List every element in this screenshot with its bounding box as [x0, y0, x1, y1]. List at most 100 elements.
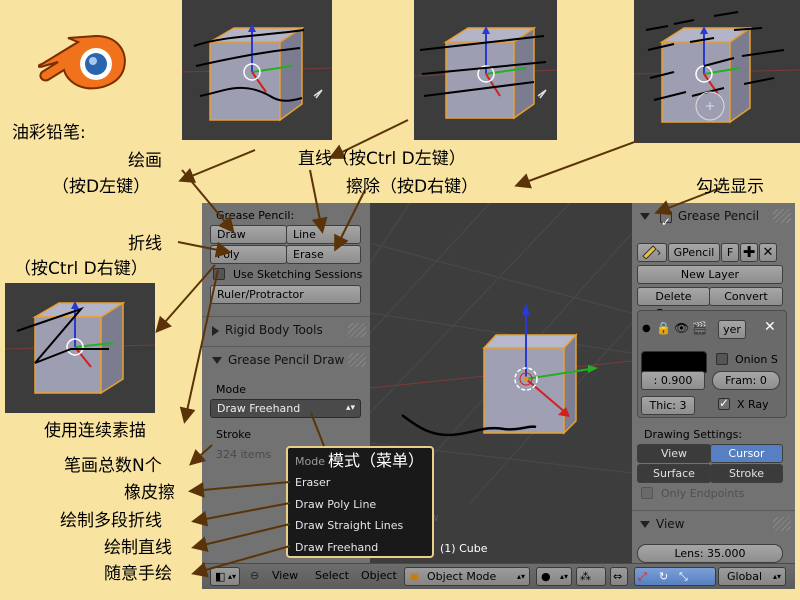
drawing-settings-label: Drawing Settings: [644, 428, 743, 441]
layer-name-field[interactable]: yer [718, 320, 746, 339]
sketch-sessions-label: Use Sketching Sessions [233, 268, 363, 281]
menu-item-draw-poly-line[interactable]: Draw Poly Line [295, 498, 376, 511]
thumb-poly [5, 283, 155, 413]
thumb-erase [634, 0, 800, 143]
pivot-selector[interactable]: ⁂ [576, 567, 606, 586]
blender-logo [37, 30, 130, 92]
grease-pencil-label: Grease Pencil: [216, 209, 295, 222]
mode-selector[interactable]: ▣ Object Mode ▴▾ [404, 567, 530, 586]
annotation-sketch: 使用连续素描 [44, 421, 146, 441]
fake-user-button[interactable]: F [721, 243, 739, 262]
cube-icon: ◧ [215, 570, 226, 583]
menu-object[interactable]: Object [361, 569, 397, 582]
stroke-label: Stroke [216, 428, 252, 441]
lens-field[interactable]: Lens: 35.000 [637, 544, 783, 563]
rigid-body-tools-header[interactable]: Rigid Body Tools [202, 316, 370, 343]
ruler-protractor-button[interactable]: Ruler/Protractor [210, 285, 361, 304]
grease-pencil-header[interactable]: Grease Pencil [632, 203, 795, 235]
annotation-poly-hint: （按Ctrl D右键） [14, 259, 148, 279]
thumb-draw [182, 0, 332, 140]
shading-selector[interactable]: ● ▴▾ [536, 567, 572, 586]
view-header-label: View [656, 517, 685, 531]
object-mode-icon: ▣ [409, 570, 420, 583]
placement-surface-button[interactable]: Surface [637, 464, 711, 483]
delete-frame-button[interactable]: Delete Frame [637, 287, 710, 320]
add-icon[interactable]: ✚ [740, 243, 758, 262]
line-button[interactable]: Line [286, 225, 361, 244]
updown-arrow-icon: ▴▾ [345, 403, 355, 413]
pivot-icon: ⁂ [580, 570, 591, 583]
convert-button[interactable]: Convert [709, 287, 783, 306]
expanded-arrow-icon [212, 357, 222, 364]
eye-icon[interactable]: 👁 [674, 321, 689, 335]
resize-icon: ⇔ [613, 570, 623, 583]
poly-button[interactable]: Poly [210, 245, 287, 264]
stroke-count: 324 items [216, 448, 272, 461]
transform-widgets[interactable]: ⤢ ↻ ⤡ [634, 567, 716, 586]
xray-checkbox[interactable] [718, 396, 730, 410]
viewport-header: ◧ ▴▾ ⊖ View Select Object ▣ Object Mode … [202, 563, 795, 589]
annotation-draw-straight: 绘制直线 [104, 538, 172, 558]
menu-view[interactable]: View [272, 569, 298, 582]
rigid-body-tools-label: Rigid Body Tools [225, 323, 323, 337]
onion-skin-checkbox[interactable] [716, 353, 728, 365]
drag-handle[interactable] [773, 517, 791, 531]
opacity-field[interactable]: : 0.900 [641, 371, 705, 390]
expanded-arrow-icon [640, 213, 650, 220]
mode-label: Mode [216, 383, 246, 396]
gpencil-name-field[interactable]: GPencil [668, 243, 720, 262]
annotation-draw-hint: （按D左键） [52, 177, 151, 197]
menu-item-draw-straight-lines[interactable]: Draw Straight Lines [295, 519, 403, 532]
xray-label: X Ray [737, 398, 769, 411]
drag-handle[interactable] [348, 353, 366, 367]
collapsed-arrow-icon [212, 325, 219, 336]
mode-dropdown[interactable]: Draw Freehand ▴▾ [210, 399, 361, 418]
placement-cursor-button[interactable]: Cursor [710, 444, 783, 463]
grease-pencil-draw-label: Grease Pencil Draw [228, 353, 345, 367]
menu-item-draw-freehand[interactable]: Draw Freehand [295, 541, 378, 554]
lock-icon[interactable]: 🔒 [656, 321, 671, 335]
object-mode-value: Object Mode [427, 570, 497, 583]
grease-pencil-draw-header[interactable]: Grease Pencil Draw [202, 346, 370, 373]
thumb-line [414, 0, 557, 140]
menu-item-eraser[interactable]: Eraser [295, 476, 330, 489]
view-header[interactable]: View [632, 510, 795, 537]
onion-skin-label: Onion S [735, 353, 778, 366]
properties-panel: Grease Pencil GPencil F ✚ ✕ New Layer De… [632, 203, 795, 563]
dot-icon: ● [642, 323, 651, 334]
translate-axes-icon: ⤢ [638, 570, 647, 583]
annotation-mode-menu: 模式（菜单） [328, 451, 425, 470]
editor-type-selector[interactable]: ◧ ▴▾ [210, 567, 240, 586]
mode-dropdown-value: Draw Freehand [217, 402, 301, 415]
pencil-icon[interactable] [637, 243, 667, 262]
collapse-icon[interactable]: ⊖ [250, 569, 259, 582]
erase-button[interactable]: Erase [286, 245, 361, 264]
thickness-field[interactable]: Thic: 3 [641, 396, 695, 415]
manipulator-toggle[interactable]: ⇔ [610, 567, 628, 586]
placement-stroke-button[interactable]: Stroke [710, 464, 783, 483]
only-endpoints-label: Only Endpoints [661, 487, 745, 500]
rotate-icon: ↻ [659, 570, 669, 583]
annotation-show: 勾选显示 [696, 177, 764, 197]
stroke-color-swatch[interactable] [641, 351, 707, 373]
annotation-erase: 擦除（按D右键） [346, 177, 479, 197]
updown-arrow-icon: ▴▾ [559, 572, 568, 581]
remove-layer-icon[interactable]: ✕ [764, 319, 776, 335]
updown-arrow-icon: ▴▾ [772, 572, 781, 581]
transform-orientation-selector[interactable]: Global ▴▾ [718, 567, 786, 586]
close-icon[interactable]: ✕ [759, 243, 777, 262]
clapper-icon[interactable]: 🎬 [692, 321, 707, 335]
drag-handle[interactable] [348, 323, 366, 337]
menu-title: Mode [295, 455, 325, 468]
orientation-value: Global [727, 570, 763, 583]
drag-handle[interactable] [773, 209, 791, 223]
menu-select[interactable]: Select [315, 569, 349, 582]
sphere-icon: ● [541, 570, 551, 583]
onion-frames-field[interactable]: Fram: 0 [712, 371, 780, 390]
sketch-sessions-checkbox[interactable] [213, 268, 225, 280]
draw-button[interactable]: Draw [210, 225, 287, 244]
only-endpoints-checkbox[interactable] [641, 487, 653, 499]
new-layer-button[interactable]: New Layer [637, 265, 783, 284]
placement-view-button[interactable]: View [637, 444, 711, 463]
grease-pencil-checkbox[interactable] [659, 209, 672, 235]
